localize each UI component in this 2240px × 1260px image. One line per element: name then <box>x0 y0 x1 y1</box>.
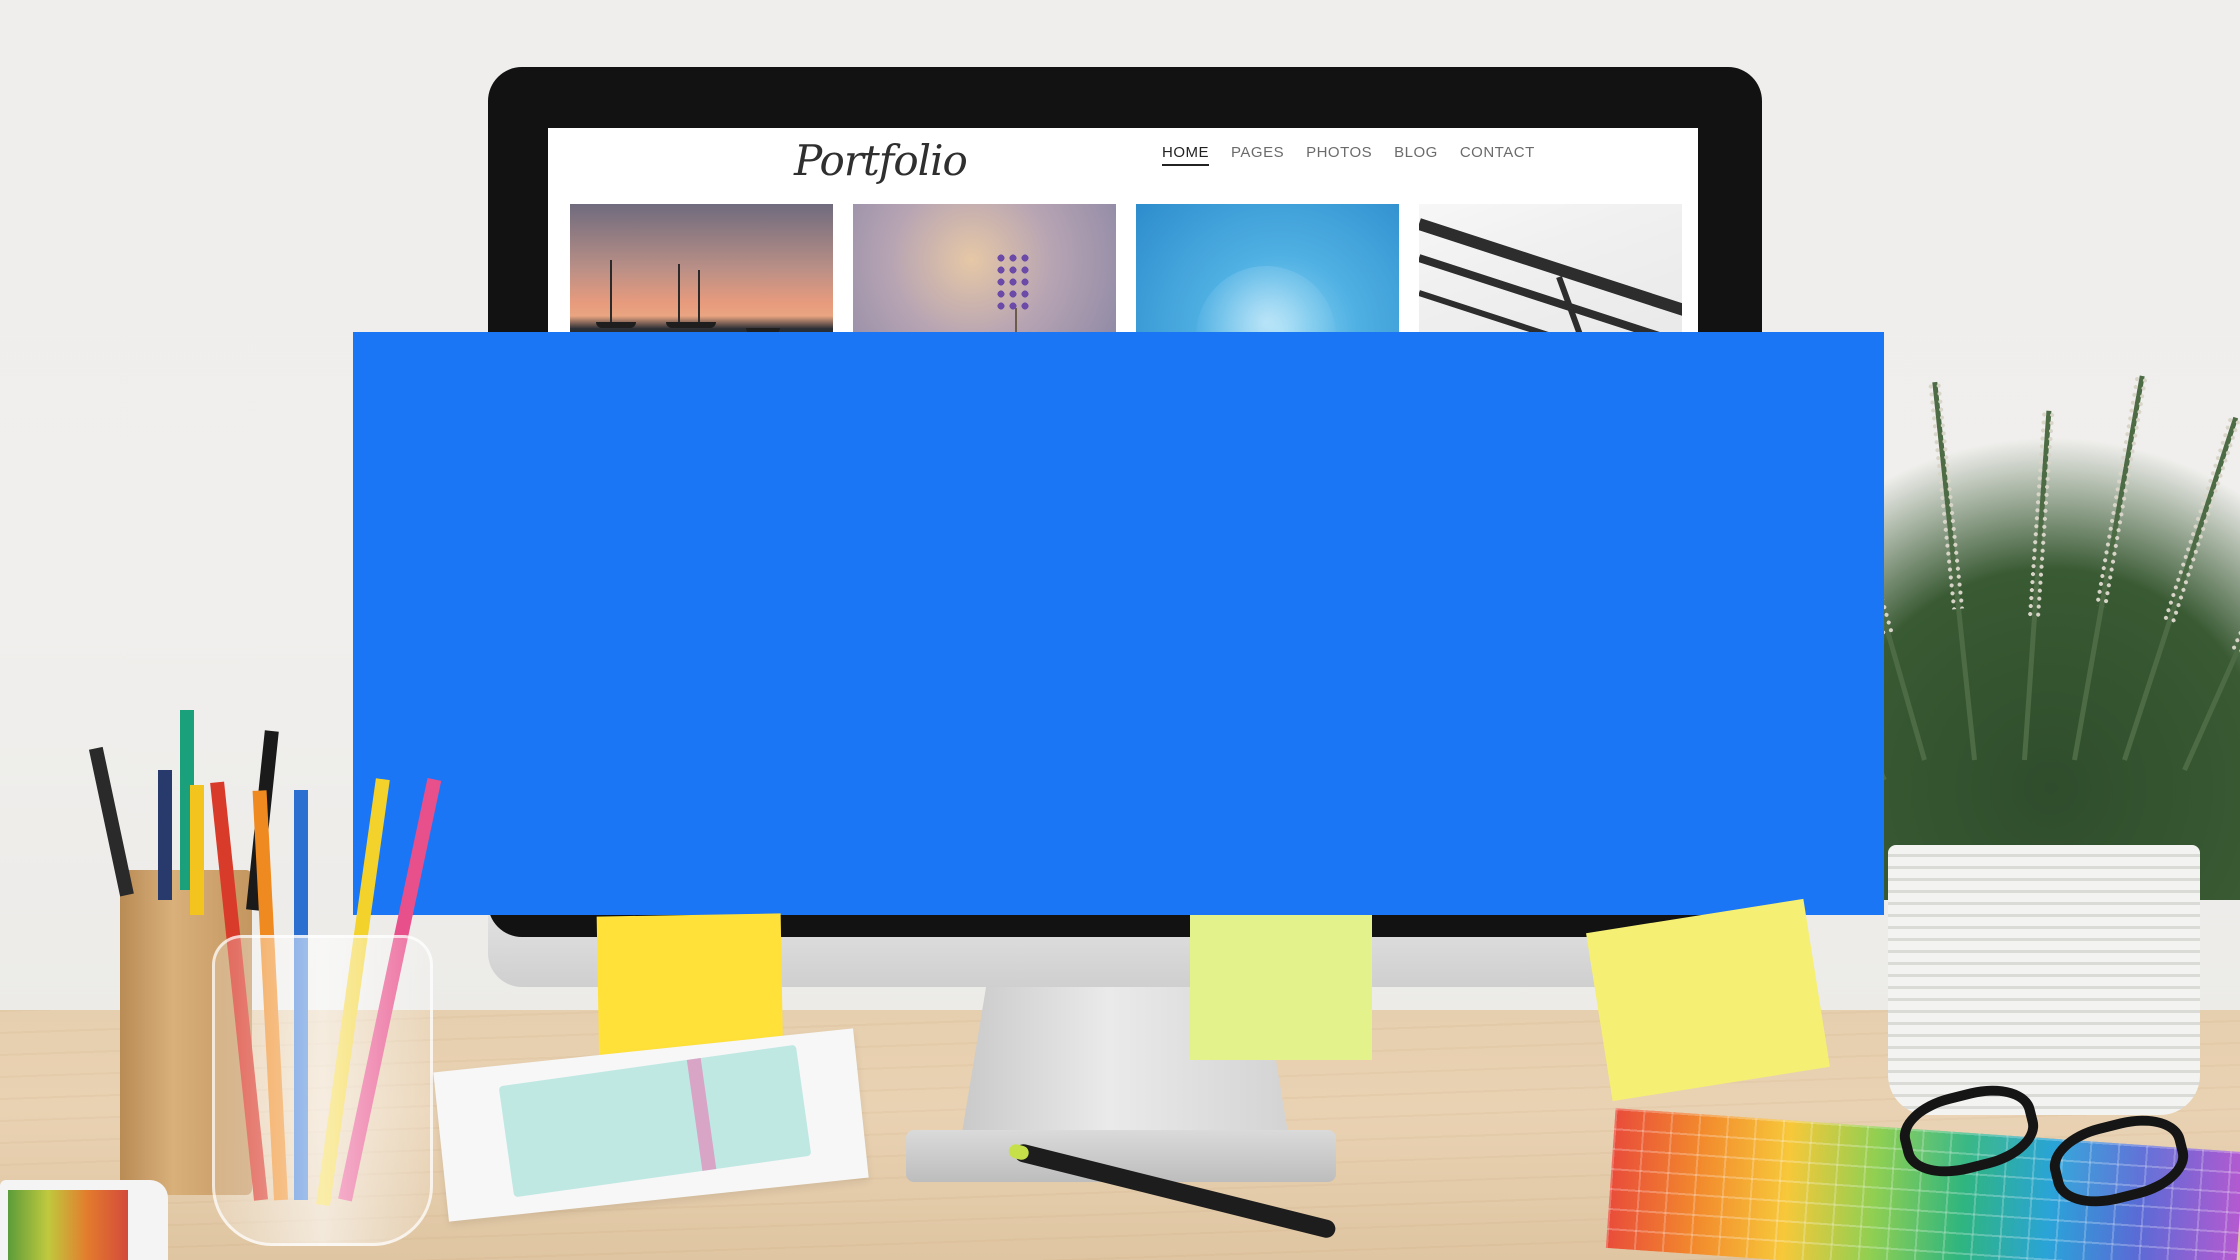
nav-home[interactable]: HOME <box>1162 144 1209 166</box>
site-header: Portfolio HOME PAGES PHOTOS BLOG CONTACT <box>548 128 1698 198</box>
sticky-note-pale-yellow <box>1586 898 1830 1102</box>
sticky-note-lime <box>1190 915 1372 1060</box>
nav-blog[interactable]: BLOG <box>1394 144 1438 166</box>
desk-scene: Portfolio HOME PAGES PHOTOS BLOG CONTACT <box>0 0 2240 1260</box>
nav-photos[interactable]: PHOTOS <box>1306 144 1372 166</box>
blue-overlay-panel <box>353 332 1884 915</box>
nav-contact[interactable]: CONTACT <box>1460 144 1535 166</box>
site-nav: HOME PAGES PHOTOS BLOG CONTACT <box>1162 144 1535 166</box>
marker-navy <box>158 770 172 900</box>
notebook-elastic-band <box>686 1058 717 1171</box>
pencil-yellow <box>190 785 204 915</box>
plant-foliage <box>1759 340 2240 900</box>
tablet <box>0 1180 168 1260</box>
nav-pages[interactable]: PAGES <box>1231 144 1284 166</box>
plant-pot <box>1888 845 2200 1115</box>
site-logo[interactable]: Portfolio <box>794 136 968 185</box>
glass-jar <box>212 935 433 1246</box>
